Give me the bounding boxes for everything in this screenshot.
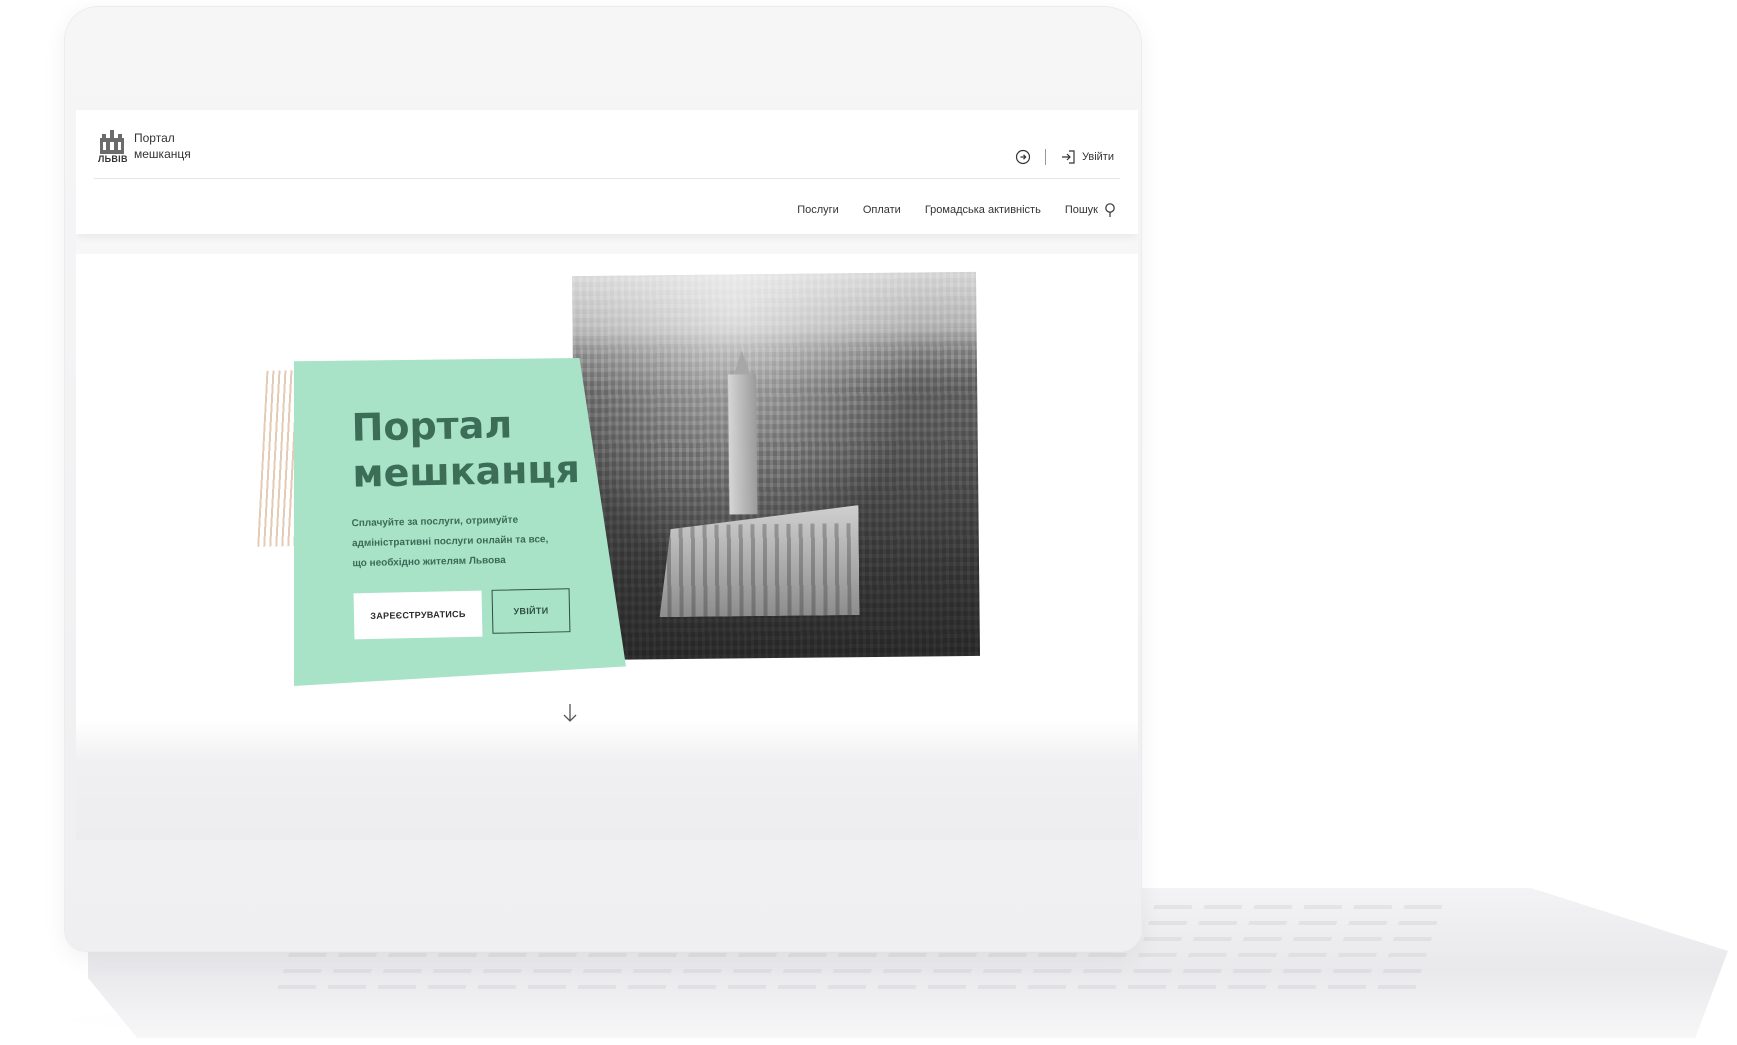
login-button[interactable]: УВІЙТИ: [491, 588, 571, 634]
register-button[interactable]: ЗАРЕЄСТРУВАТИСЬ: [353, 590, 483, 640]
city-hall-tower: [728, 374, 758, 515]
site-header: ЛЬВІВ Портал мешканця Увійти Послуги Опл…: [76, 110, 1138, 234]
hero-top-band: [76, 234, 1138, 254]
sign-in-icon: [1062, 150, 1075, 164]
header-divider: [94, 178, 1120, 179]
hero-title: Портал мешканця: [351, 399, 613, 496]
logo-city-label: ЛЬВІВ: [98, 154, 128, 164]
header-actions: Увійти: [1015, 146, 1114, 168]
main-nav: Послуги Оплати Громадська активність Пош…: [797, 202, 1116, 218]
nav-item-civic-activity[interactable]: Громадська активність: [925, 204, 1041, 216]
nav-item-services[interactable]: Послуги: [797, 204, 839, 216]
laptop-screen: ЛЬВІВ Портал мешканця Увійти Послуги Опл…: [76, 110, 1138, 840]
screen-bottom-fade: [76, 720, 1138, 840]
hero-title-line2: мешканця: [352, 446, 581, 496]
header-login-label: Увійти: [1082, 151, 1114, 163]
search-label: Пошук: [1064, 204, 1098, 216]
brand-title[interactable]: Портал мешканця: [134, 130, 204, 162]
header-separator: [1045, 149, 1046, 165]
hero-subtitle: Сплачуйте за послуги, отримуйте адмініст…: [351, 514, 549, 570]
brand-title-line1: Портал: [134, 131, 175, 145]
header-login-link[interactable]: Увійти: [1060, 149, 1114, 165]
hero-photo: [572, 271, 980, 661]
search-icon: [1105, 203, 1115, 217]
nav-item-payments[interactable]: Оплати: [863, 204, 901, 216]
hero-title-line1: Портал: [351, 402, 513, 450]
language-icon[interactable]: [1015, 149, 1031, 165]
brand-title-line2: мешканця: [134, 147, 191, 161]
city-hall-building: [658, 505, 859, 617]
nav-search[interactable]: Пошук: [1065, 202, 1116, 218]
